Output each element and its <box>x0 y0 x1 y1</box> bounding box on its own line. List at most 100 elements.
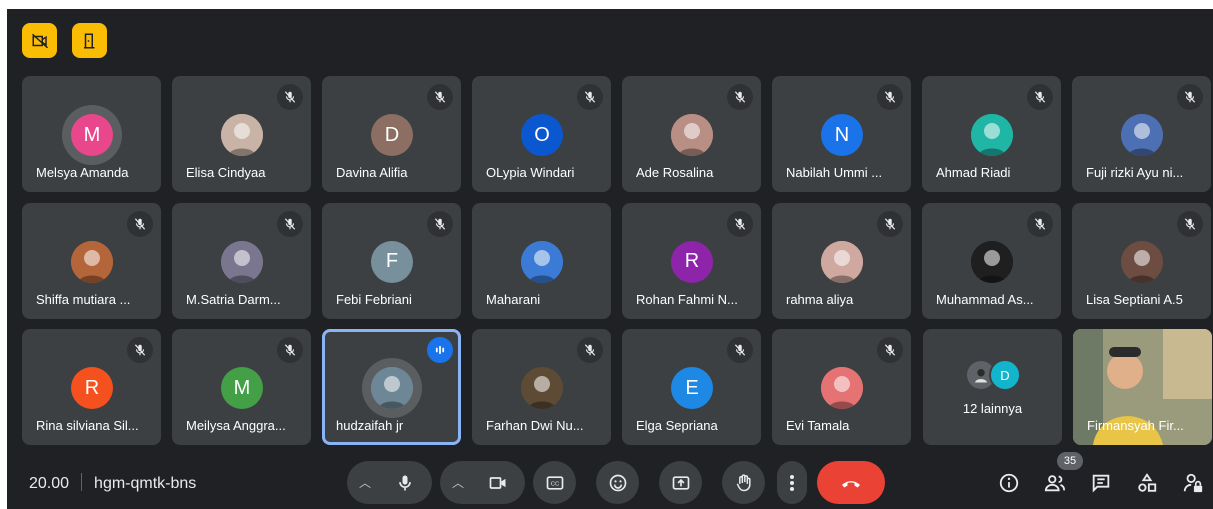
hang-up-icon <box>842 480 860 487</box>
participant-name: hudzaifah jr <box>336 418 404 433</box>
avatar <box>71 240 113 283</box>
chevron-up-icon[interactable]: ︿ <box>347 474 383 491</box>
avatar <box>821 367 863 409</box>
chat-button[interactable] <box>1087 469 1115 497</box>
people-button[interactable] <box>1041 469 1069 497</box>
avatar: N <box>821 114 863 156</box>
activities-button[interactable] <box>1133 469 1161 497</box>
mic-off-icon <box>134 344 146 356</box>
avatar: D <box>371 114 413 156</box>
mic-off-icon <box>284 344 296 356</box>
muted-indicator <box>577 84 603 110</box>
more-options-icon <box>790 474 794 491</box>
profile-photo <box>71 240 113 283</box>
participant-name: Nabilah Ummi ... <box>786 165 883 180</box>
camera-control[interactable]: ︿ <box>440 461 525 504</box>
muted-indicator <box>427 210 453 237</box>
profile-photo <box>521 367 563 409</box>
participant-tile[interactable]: Ade Rosalina <box>622 76 761 192</box>
camera-off-button[interactable] <box>22 23 57 58</box>
participant-tile[interactable]: hudzaifah jr <box>322 329 461 445</box>
avatar <box>971 114 1013 156</box>
muted-indicator <box>1177 210 1203 237</box>
profile-photo <box>521 240 563 283</box>
mic-off-icon <box>734 217 746 230</box>
participant-tile[interactable]: Farhan Dwi Nu... <box>472 329 611 445</box>
muted-indicator <box>877 84 903 110</box>
camera-off-icon <box>31 33 48 48</box>
muted-indicator <box>727 84 753 110</box>
participant-name: Rohan Fahmi N... <box>636 291 738 307</box>
host-controls-button[interactable] <box>1179 469 1207 497</box>
hang-up-button[interactable] <box>817 461 885 504</box>
muted-indicator <box>577 337 603 363</box>
mic-control[interactable]: ︿ <box>347 461 432 504</box>
participant-tile[interactable]: rahma aliya <box>772 202 911 319</box>
participant-tile[interactable]: Fuji rizki Ayu ni... <box>1072 76 1211 192</box>
participant-name: Melsya Amanda <box>36 165 129 180</box>
participant-name: Rina silviana Sil... <box>36 418 139 433</box>
participant-name: M.Satria Darm... <box>186 291 281 307</box>
participant-tile[interactable]: Evi Tamala <box>772 329 911 445</box>
mic-off-icon <box>884 91 896 103</box>
mic-button[interactable] <box>383 461 426 504</box>
leave-room-button[interactable] <box>72 23 107 58</box>
people-count-badge: 35 <box>1057 452 1083 470</box>
present-button[interactable] <box>659 461 702 504</box>
emoji-button[interactable] <box>596 461 639 504</box>
captions-button[interactable]: CC <box>533 461 576 504</box>
profile-photo <box>221 114 263 156</box>
participant-tile[interactable]: D Davina Alifia <box>322 76 461 192</box>
participant-tile[interactable]: M.Satria Darm... <box>172 202 311 319</box>
camera-button[interactable] <box>476 461 519 504</box>
participant-name: Lisa Septiani A.5 <box>1086 291 1183 307</box>
participant-tile[interactable]: R Rohan Fahmi N... <box>622 202 761 319</box>
chat-icon <box>1092 474 1110 493</box>
mic-off-icon <box>1184 91 1196 103</box>
participant-tile[interactable]: Lisa Septiani A.5 <box>1072 202 1211 319</box>
meeting-time: 20.00 <box>29 475 70 492</box>
participant-tile[interactable]: Maharani <box>472 202 611 319</box>
microphone-icon <box>398 475 411 490</box>
participant-name: Elga Sepriana <box>636 418 718 433</box>
participant-tile[interactable]: M Meilysa Anggra... <box>172 329 311 445</box>
more-options-button[interactable] <box>777 461 807 504</box>
avatar: R <box>671 240 713 283</box>
video-tile[interactable]: Firmansyah Fir... <box>1073 329 1212 445</box>
door-exit-icon <box>83 33 94 48</box>
emoji-icon <box>609 474 626 491</box>
participant-tile[interactable]: Elisa Cindyaa <box>172 76 311 192</box>
participant-tile[interactable]: F Febi Febriani <box>322 202 461 319</box>
mic-off-icon <box>1184 217 1196 230</box>
participant-tile[interactable]: M Melsya Amanda <box>22 76 161 192</box>
profile-photo <box>971 114 1013 156</box>
info-icon <box>999 473 1019 493</box>
avatar <box>521 367 563 409</box>
participant-tile[interactable]: Muhammad As... <box>922 202 1061 319</box>
meeting-info: 20.00 hgm-qmtk-bns <box>29 473 196 493</box>
participant-tile[interactable]: N Nabilah Ummi ... <box>772 76 911 192</box>
avatar: M <box>71 114 113 156</box>
mic-off-icon <box>434 91 446 103</box>
participant-tile[interactable]: R Rina silviana Sil... <box>22 329 161 445</box>
raise-hand-icon <box>736 473 751 491</box>
muted-indicator <box>277 337 303 363</box>
chevron-up-icon[interactable]: ︿ <box>440 474 476 491</box>
meeting-code: hgm-qmtk-bns <box>94 475 197 492</box>
participant-tile[interactable]: Ahmad Riadi <box>922 76 1061 192</box>
lock-person-icon <box>1183 473 1203 493</box>
svg-text:CC: CC <box>550 481 558 487</box>
muted-indicator <box>727 210 753 237</box>
meeting-details-button[interactable] <box>995 469 1023 497</box>
others-tile[interactable]: D 12 lainnya <box>923 329 1062 445</box>
participant-tile[interactable]: Shiffa mutiara ... <box>22 202 161 319</box>
muted-indicator <box>727 337 753 363</box>
avatar <box>821 240 863 283</box>
participant-tile[interactable]: E Elga Sepriana <box>622 329 761 445</box>
participant-name: OLypia Windari <box>486 165 575 180</box>
participant-name: Ade Rosalina <box>636 165 714 180</box>
profile-photo <box>821 367 863 409</box>
raise-hand-button[interactable] <box>722 461 765 504</box>
participant-name: Davina Alifia <box>336 165 408 180</box>
participant-tile[interactable]: O OLypia Windari <box>472 76 611 192</box>
